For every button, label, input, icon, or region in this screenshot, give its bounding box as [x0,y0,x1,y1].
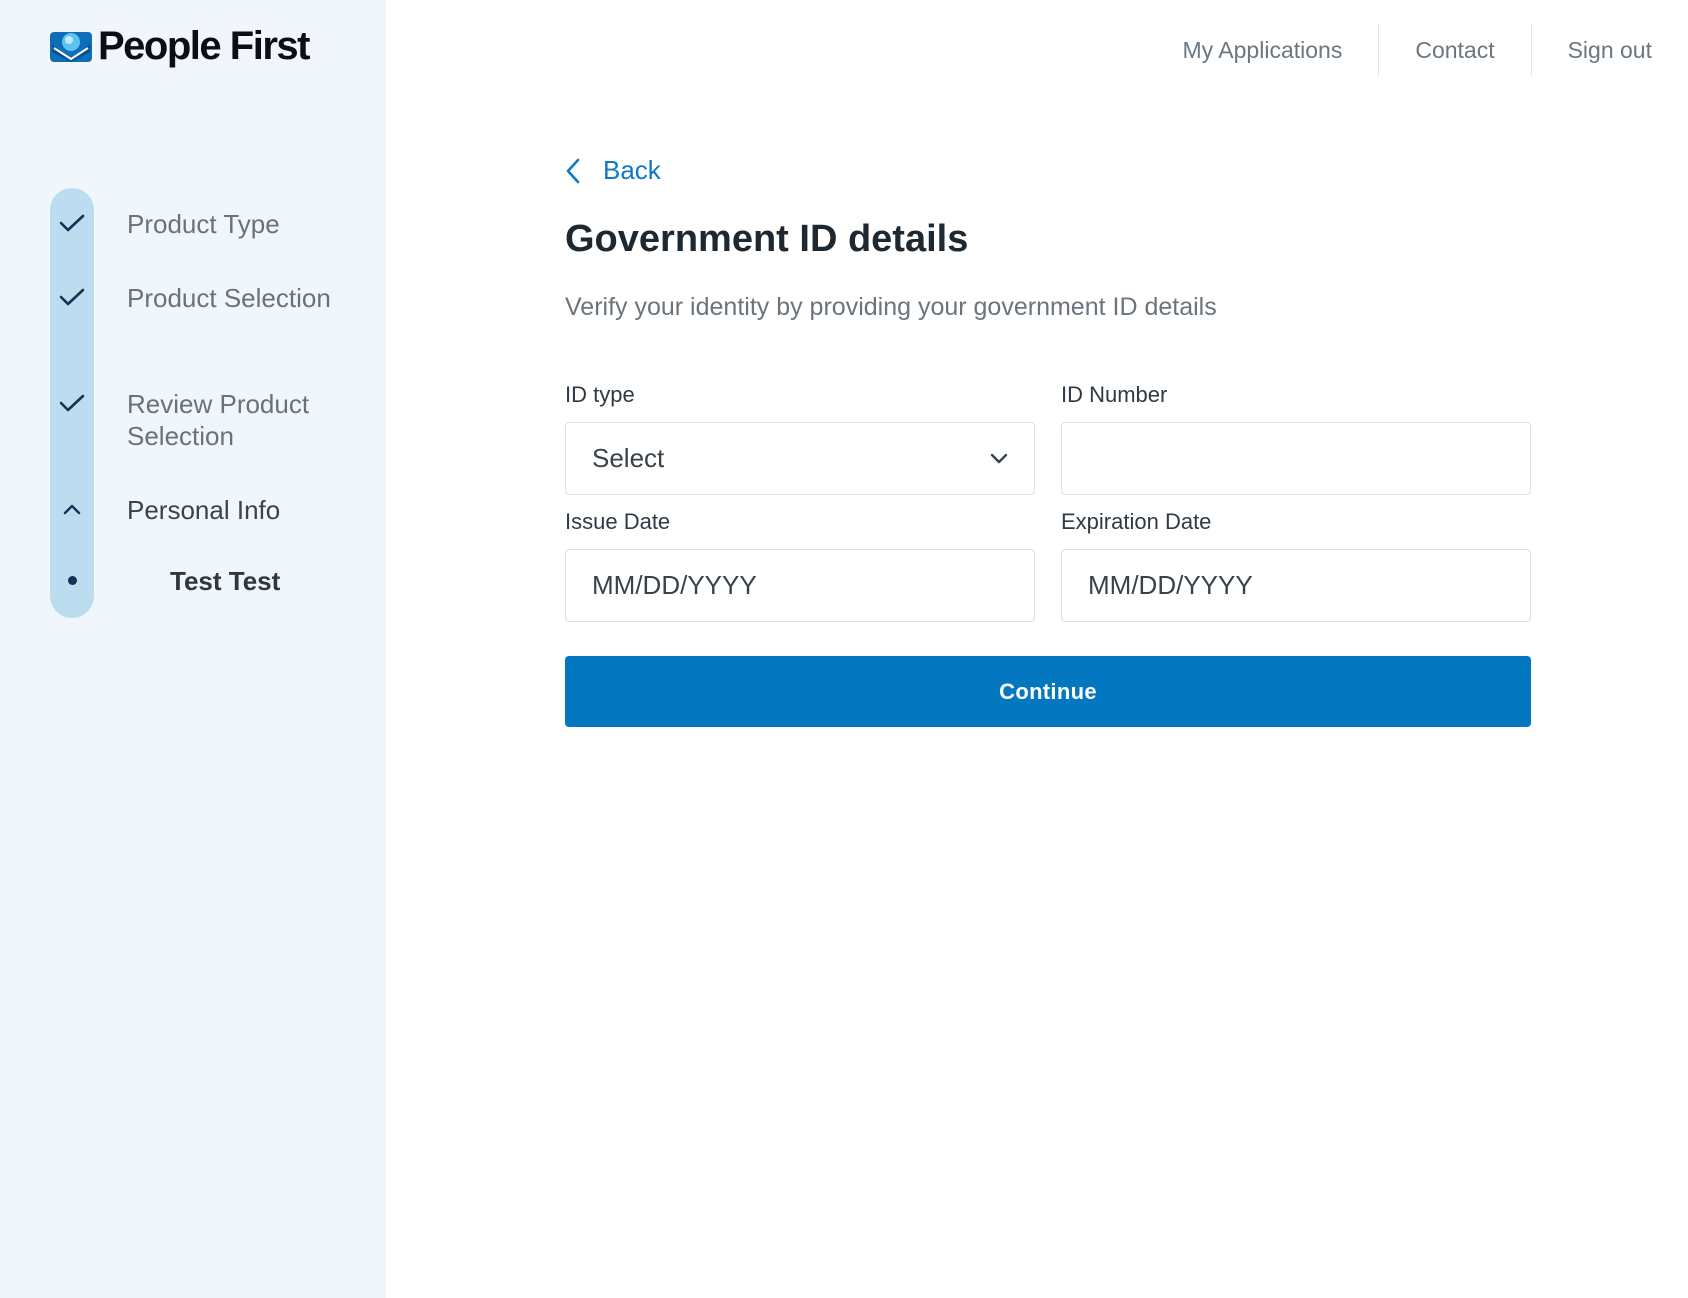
back-link[interactable]: Back [565,155,661,186]
id-type-label: ID type [565,382,635,407]
id-type-select[interactable]: Select [565,422,1035,495]
sidebar-step-review-product-selection[interactable]: Review Product Selection [50,388,370,452]
step-label: Review Product Selection [127,389,310,451]
chevron-down-icon [990,453,1008,463]
page-subtitle: Verify your identity by providing your g… [565,293,1217,321]
check-icon [50,282,94,312]
chevron-up-icon [50,494,94,524]
chevron-left-icon [566,158,580,183]
app-root: People First Product Type Product Select… [0,0,1688,1298]
nav-sign-out[interactable]: Sign out [1532,24,1688,76]
step-label: Test Test [170,566,281,596]
check-icon [50,208,94,238]
step-label: Product Type [127,209,280,239]
id-type-value: Select [592,443,665,473]
sidebar-step-product-type[interactable]: Product Type [50,208,370,240]
continue-button[interactable]: Continue [565,656,1531,727]
nav-contact[interactable]: Contact [1379,24,1530,76]
nav-my-applications[interactable]: My Applications [1147,24,1379,76]
sidebar-step-personal-info[interactable]: Personal Info [50,494,370,526]
sidebar-substep-test-test[interactable]: Test Test [50,565,370,597]
step-label: Product Selection [127,283,331,313]
step-label: Personal Info [127,495,281,525]
back-label: Back [603,155,661,185]
brand-logo[interactable]: People First [50,24,310,68]
expiration-date-input[interactable] [1061,549,1531,622]
issue-date-input[interactable] [565,549,1035,622]
top-nav: My Applications Contact Sign out [1147,24,1688,76]
expiration-date-label: Expiration Date [1061,509,1212,534]
logo-icon [50,30,92,62]
dot-icon [50,565,94,595]
id-number-input[interactable] [1061,422,1531,495]
logo-text: People First [98,24,310,68]
sidebar-step-product-selection[interactable]: Product Selection [50,282,370,314]
page-title: Government ID details [565,218,969,260]
sidebar: People First Product Type Product Select… [0,0,386,1298]
check-icon [50,388,94,418]
issue-date-label: Issue Date [565,509,671,534]
id-number-label: ID Number [1061,382,1168,407]
